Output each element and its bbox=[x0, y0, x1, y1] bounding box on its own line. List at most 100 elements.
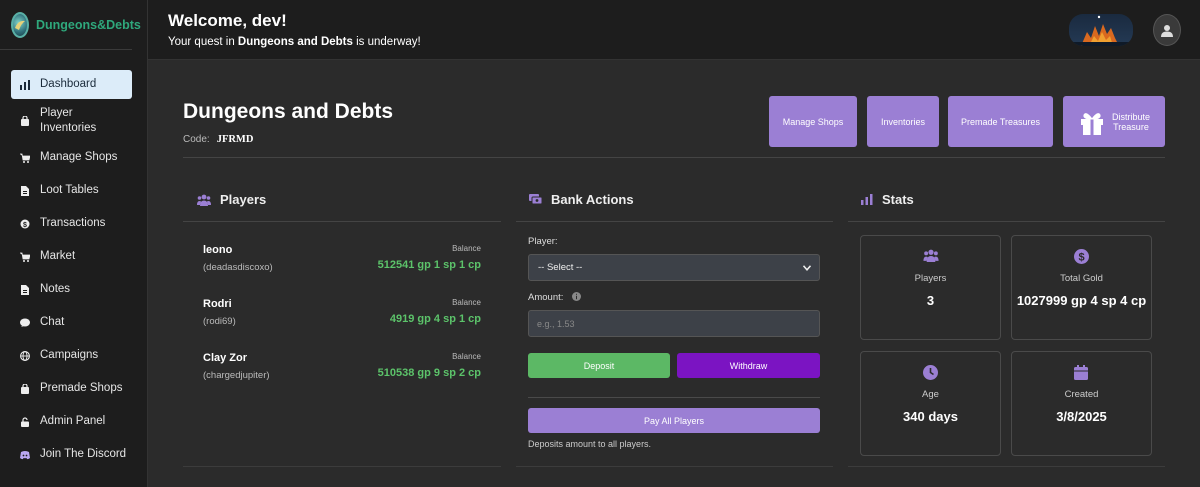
sidebar-item-transactions[interactable]: $ Transactions bbox=[11, 209, 132, 238]
sidebar-item-label: Dashboard bbox=[40, 78, 97, 90]
campfire-image[interactable] bbox=[1069, 14, 1133, 46]
sidebar-item-admin-panel[interactable]: Admin Panel bbox=[11, 407, 132, 436]
money-icon bbox=[529, 194, 542, 205]
player-name: Rodri bbox=[203, 298, 232, 310]
players-heading: Players bbox=[197, 192, 266, 207]
premade-treasures-button[interactable]: Premade Treasures bbox=[948, 96, 1053, 147]
sidebar-item-label: Premade Shops bbox=[40, 382, 123, 394]
stat-card-age: Age 340 days bbox=[860, 351, 1001, 456]
distribute-treasure-button[interactable]: Distribute Treasure bbox=[1063, 96, 1165, 147]
players-title: Players bbox=[220, 192, 267, 207]
dollar-coin-icon: $ bbox=[1074, 249, 1089, 264]
player-balance: 4919 gp 4 sp 1 cp bbox=[389, 313, 481, 325]
stat-value: 340 days bbox=[903, 409, 958, 424]
info-icon[interactable] bbox=[572, 292, 582, 301]
bag-icon bbox=[21, 116, 29, 126]
players-divider bbox=[183, 221, 501, 222]
coin-icon: $ bbox=[20, 219, 30, 229]
stat-value: 1027999 gp 4 sp 4 cp bbox=[1016, 293, 1147, 308]
bar-chart-icon bbox=[20, 79, 30, 90]
brand-name: Dungeons&Debts bbox=[36, 17, 141, 32]
player-balance: 512541 gp 1 sp 1 cp bbox=[377, 259, 481, 271]
withdraw-button[interactable]: Withdraw bbox=[677, 353, 820, 378]
bar-chart-icon bbox=[861, 194, 873, 205]
distribute-label: Distribute Treasure bbox=[1112, 112, 1150, 132]
player-balance: 510538 gp 9 sp 2 cp bbox=[377, 367, 481, 379]
pay-all-note: Deposits amount to all players. bbox=[528, 439, 652, 449]
deposit-button[interactable]: Deposit bbox=[528, 353, 670, 378]
sidebar-item-label: Admin Panel bbox=[40, 415, 106, 427]
sidebar-item-chat[interactable]: Chat bbox=[11, 308, 132, 337]
sidebar-item-market[interactable]: Market bbox=[11, 242, 132, 271]
distribute-line2: Treasure bbox=[1113, 121, 1149, 132]
inventories-button[interactable]: Inventories bbox=[867, 96, 939, 147]
sidebar-item-label: Campaigns bbox=[40, 349, 99, 361]
sidebar-item-manage-shops[interactable]: Manage Shops bbox=[11, 143, 132, 172]
sidebar-item-premade-shops[interactable]: Premade Shops bbox=[11, 374, 132, 403]
player-name: leono bbox=[203, 244, 233, 256]
amount-label-row: Amount: bbox=[528, 292, 582, 303]
sidebar-item-player-inventories[interactable]: Player Inventories bbox=[11, 103, 132, 139]
sidebar-item-label: Market bbox=[40, 250, 76, 262]
stat-value: 3 bbox=[926, 293, 935, 308]
sidebar-item-campaigns[interactable]: Campaigns bbox=[11, 341, 132, 370]
brand[interactable]: Dungeons&Debts bbox=[0, 0, 141, 50]
lock-icon bbox=[21, 416, 29, 427]
stat-label: Age bbox=[922, 389, 939, 400]
stats-heading: Stats bbox=[861, 192, 914, 207]
users-icon bbox=[197, 194, 211, 206]
file-icon bbox=[21, 284, 29, 295]
sidebar: Dungeons&Debts Dashboard Player Inventor… bbox=[0, 0, 148, 487]
sidebar-item-loot-tables[interactable]: Loot Tables bbox=[11, 176, 132, 205]
logo-icon bbox=[11, 11, 29, 38]
globe-icon bbox=[20, 350, 30, 361]
bank-actions-title: Bank Actions bbox=[551, 192, 634, 207]
sidebar-item-label: Transactions bbox=[40, 217, 106, 229]
sidebar-item-label: Manage Shops bbox=[40, 151, 118, 163]
svg-text:$: $ bbox=[23, 222, 27, 229]
balance-label: Balance bbox=[452, 298, 481, 307]
chevron-down-icon bbox=[803, 265, 811, 271]
discord-icon bbox=[20, 450, 30, 459]
calendar-icon bbox=[1074, 365, 1088, 380]
balance-label: Balance bbox=[452, 352, 481, 361]
stats-bottom-divider bbox=[848, 466, 1165, 467]
amount-input[interactable]: e.g., 1.53 bbox=[528, 310, 820, 337]
chat-icon bbox=[20, 318, 30, 327]
bank-actions-heading: Bank Actions bbox=[529, 192, 634, 207]
quest-campaign: Dungeons and Debts bbox=[237, 36, 353, 48]
welcome-heading: Welcome, dev! bbox=[168, 11, 287, 30]
player-row[interactable]: leono (deadasdiscoxo) Balance 512541 gp … bbox=[203, 244, 481, 273]
player-select[interactable]: -- Select -- bbox=[528, 254, 820, 281]
player-name: Clay Zor bbox=[203, 352, 248, 364]
topbar: Welcome, dev! Your quest in Dungeons and… bbox=[148, 0, 1200, 60]
cart-icon bbox=[20, 252, 30, 262]
code-value[interactable]: JFRMD bbox=[217, 134, 254, 145]
stat-label: Created bbox=[1064, 389, 1099, 400]
sidebar-item-notes[interactable]: Notes bbox=[11, 275, 132, 304]
stat-label: Total Gold bbox=[1060, 273, 1103, 284]
bag-icon bbox=[21, 383, 29, 394]
player-select-label: Player: bbox=[528, 236, 558, 247]
sidebar-item-label: Notes bbox=[40, 283, 71, 295]
file-icon bbox=[21, 185, 29, 196]
player-row[interactable]: Rodri (rodi69) Balance 4919 gp 4 sp 1 cp bbox=[203, 298, 481, 327]
quest-subtitle: Your quest in Dungeons and Debts is unde… bbox=[168, 36, 421, 48]
player-row[interactable]: Clay Zor (chargedjupiter) Balance 510538… bbox=[203, 352, 481, 381]
stats-title: Stats bbox=[882, 192, 914, 207]
sidebar-item-join-discord[interactable]: Join The Discord bbox=[11, 440, 132, 469]
user-avatar-button[interactable] bbox=[1153, 14, 1181, 46]
svg-text:$: $ bbox=[1078, 252, 1084, 264]
quest-suffix: is underway! bbox=[352, 36, 421, 48]
stat-label: Players bbox=[914, 273, 947, 284]
quest-prefix: Your quest in bbox=[168, 36, 238, 48]
manage-shops-button[interactable]: Manage Shops bbox=[769, 96, 857, 147]
balance-label: Balance bbox=[452, 244, 481, 253]
clock-icon bbox=[923, 365, 938, 380]
pay-all-players-button[interactable]: Pay All Players bbox=[528, 408, 820, 433]
sidebar-item-dashboard[interactable]: Dashboard bbox=[11, 70, 132, 99]
code-label: Code: bbox=[183, 134, 210, 145]
stat-card-total-gold: $ Total Gold 1027999 gp 4 sp 4 cp bbox=[1011, 235, 1152, 340]
stat-value: 3/8/2025 bbox=[1056, 409, 1107, 424]
cart-icon bbox=[20, 153, 30, 163]
